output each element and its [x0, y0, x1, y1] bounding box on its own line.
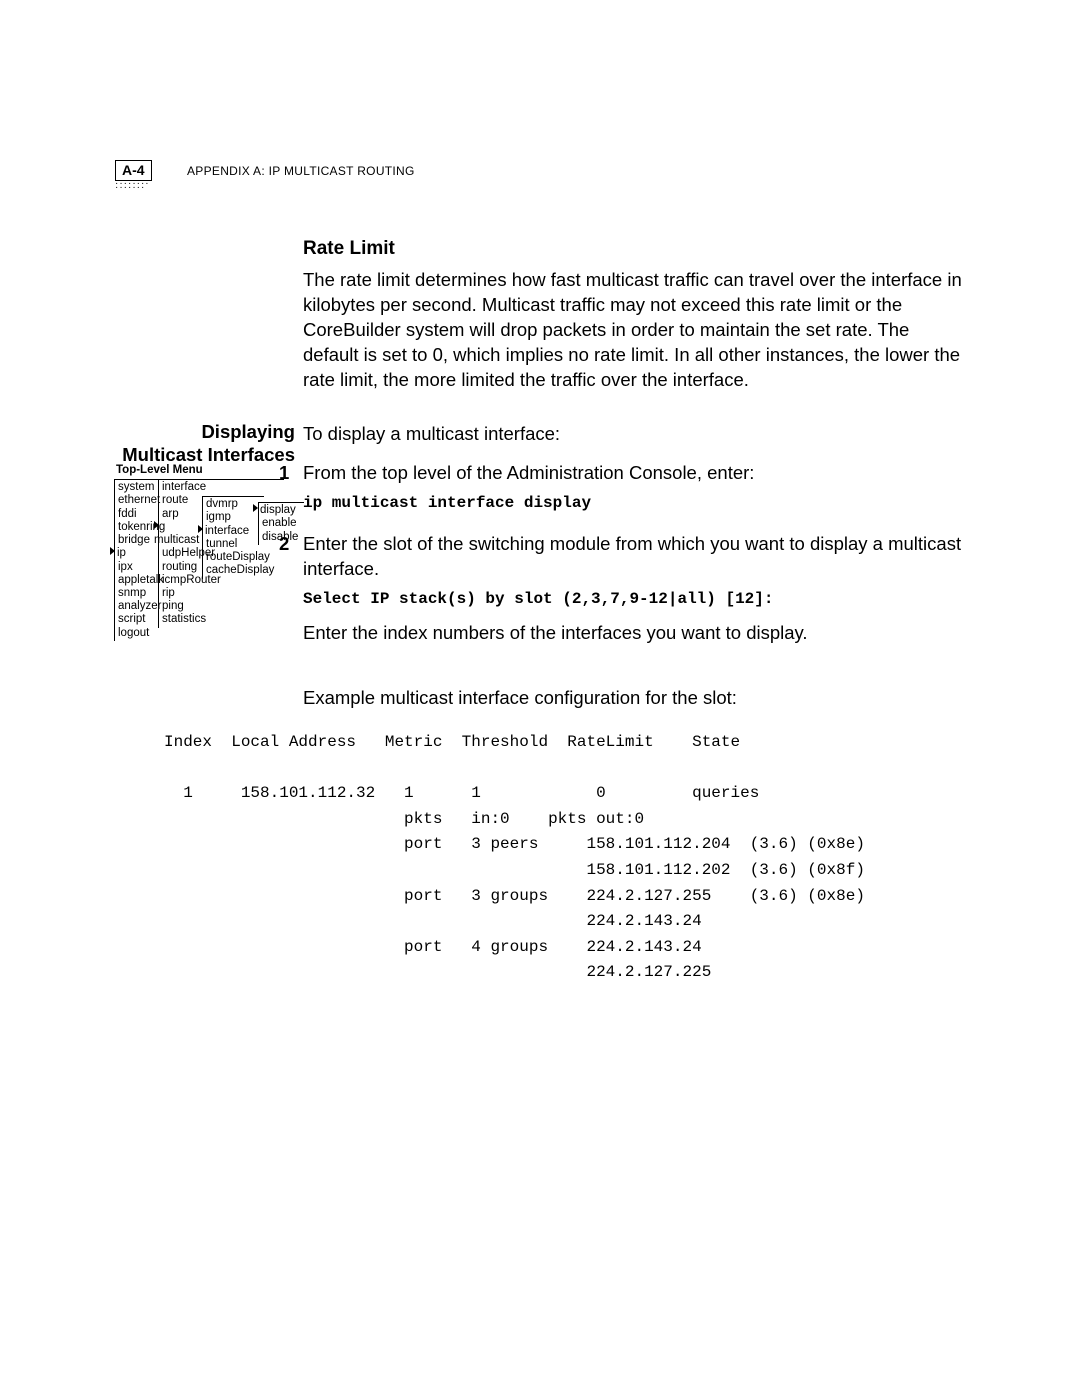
side-heading-line1: Displaying: [201, 421, 295, 442]
menu-item: ip: [110, 547, 162, 560]
menu-col-4: displayenabledisable: [258, 502, 304, 545]
menu-item: ethernet: [118, 494, 162, 507]
side-heading-line2: Multicast Interfaces: [122, 444, 295, 465]
step-2-text: Enter the slot of the switching module f…: [303, 533, 961, 579]
menu-col-2: interfaceroutearpmulticastudpHelperrouti…: [158, 480, 208, 627]
menu-item: route: [162, 494, 206, 507]
menu-columns: systemethernetfdditokenringbridgeipipxap…: [114, 480, 284, 640]
section-rate-limit: Rate Limit The rate limit determines how…: [303, 236, 963, 392]
menu-item: rip: [162, 587, 206, 600]
menu-item: logout: [118, 627, 162, 640]
menu-item: display: [253, 504, 302, 517]
step-2-followup: Enter the index numbers of the interface…: [303, 621, 963, 646]
running-header: A-4 ··············· APPENDIX A: IP MULTI…: [115, 160, 960, 190]
decorative-dots: ···············: [115, 182, 150, 190]
menu-item: enable: [262, 517, 302, 530]
menu-item: analyzer: [118, 600, 162, 613]
page-number: A-4: [122, 162, 145, 178]
menu-col-1: systemethernetfdditokenringbridgeipipxap…: [114, 480, 164, 641]
menu-title: Top-Level Menu: [116, 464, 284, 477]
menu-item: interface: [162, 481, 206, 494]
step-2: 2 Enter the slot of the switching module…: [303, 532, 963, 646]
step-1: 1 From the top level of the Administrati…: [303, 461, 963, 515]
menu-item: script: [118, 613, 162, 626]
menu-item: interface: [198, 525, 262, 538]
menu-item: cacheDisplay: [206, 564, 262, 577]
menu-item: appletalk: [118, 574, 162, 587]
step-1-text: From the top level of the Administration…: [303, 462, 754, 483]
menu-item: routeDisplay: [206, 551, 262, 564]
rate-limit-body: The rate limit determines how fast multi…: [303, 268, 963, 393]
menu-item: tunnel: [206, 538, 262, 551]
example-output: Index Local Address Metric Threshold Rat…: [164, 730, 1000, 986]
displaying-intro: To display a multicast interface:: [303, 422, 963, 447]
menu-item: ping: [162, 600, 206, 613]
menu-item: statistics: [162, 613, 206, 626]
menu-item: udpHelper: [162, 547, 206, 560]
page: A-4 ··············· APPENDIX A: IP MULTI…: [0, 0, 1080, 1397]
menu-item: system: [118, 481, 162, 494]
menu-item: routing: [162, 561, 206, 574]
side-heading-displaying: Displaying Multicast Interfaces: [115, 420, 295, 466]
menu-item: ipx: [118, 561, 162, 574]
menu-item: disable: [262, 531, 302, 544]
example-intro: Example multicast interface configuratio…: [303, 686, 963, 711]
appendix-title: APPENDIX A: IP MULTICAST ROUTING: [187, 164, 415, 178]
menu-item: fddi: [118, 508, 162, 521]
section-displaying: To display a multicast interface: 1 From…: [303, 422, 963, 710]
menu-item: arp: [162, 508, 206, 521]
appendix-title-text: APPENDIX A: IP MULTICAST ROUTING: [187, 164, 415, 178]
menu-item: snmp: [118, 587, 162, 600]
step-1-command: ip multicast interface display: [303, 492, 963, 515]
step-2-prompt: Select IP stack(s) by slot (2,3,7,9-12|a…: [303, 588, 963, 611]
top-level-menu-diagram: Top-Level Menu systemethernetfdditokenri…: [114, 464, 284, 640]
rate-limit-heading: Rate Limit: [303, 236, 963, 262]
menu-item: icmpRouter: [162, 574, 206, 587]
